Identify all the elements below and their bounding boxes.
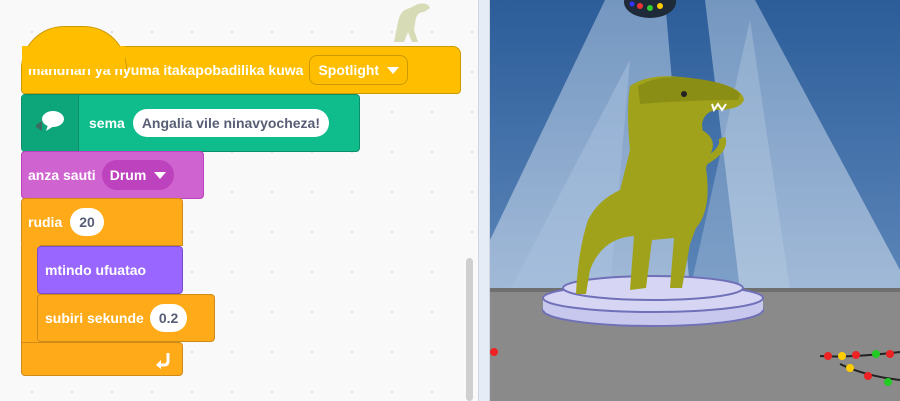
dropdown-caret-icon [154, 171, 167, 179]
start-sound-label: anza sauti [28, 167, 96, 183]
code-area[interactable]: mandhari ya nyuma itakapobadilika kuwa S… [0, 0, 478, 401]
sprite-thumbnail-icon [394, 3, 430, 42]
next-costume-label: mtindo ufuatao [45, 262, 147, 278]
repeat-footer [21, 342, 183, 376]
pane-divider [478, 0, 490, 401]
repeat-header[interactable]: rudia 20 [21, 198, 183, 246]
stage[interactable] [490, 0, 900, 401]
sound-dropdown[interactable]: Drum [101, 160, 175, 190]
wait-block[interactable]: subiri sekunde 0.2 [37, 294, 215, 342]
speech-bubble-icon-box [22, 95, 79, 151]
loop-arrow-icon [156, 353, 170, 369]
next-costume-block[interactable]: mtindo ufuatao [37, 246, 183, 294]
say-block[interactable]: sema Angalia vile ninavyocheza! [21, 94, 360, 152]
dropdown-caret-icon [387, 66, 400, 74]
code-area-scrollbar[interactable] [466, 258, 473, 401]
wait-label: subiri sekunde [45, 310, 144, 326]
backdrop-dropdown[interactable]: Spotlight [309, 55, 409, 85]
say-label: sema [89, 115, 125, 131]
repeat-block[interactable]: rudia 20 mtindo ufuatao subiri sekunde 0… [21, 198, 215, 376]
backdrop-dropdown-value: Spotlight [318, 62, 380, 78]
speech-bubble-icon [36, 111, 64, 131]
wait-seconds-input[interactable]: 0.2 [149, 304, 188, 332]
stage-scene [490, 0, 900, 401]
repeat-count-input[interactable]: 20 [70, 208, 104, 236]
start-sound-block[interactable]: anza sauti Drum [21, 151, 204, 199]
say-text-input[interactable]: Angalia vile ninavyocheza! [132, 109, 329, 137]
sound-dropdown-value: Drum [109, 167, 147, 183]
repeat-label: rudia [28, 214, 63, 230]
hat-cap-fill [22, 46, 125, 68]
